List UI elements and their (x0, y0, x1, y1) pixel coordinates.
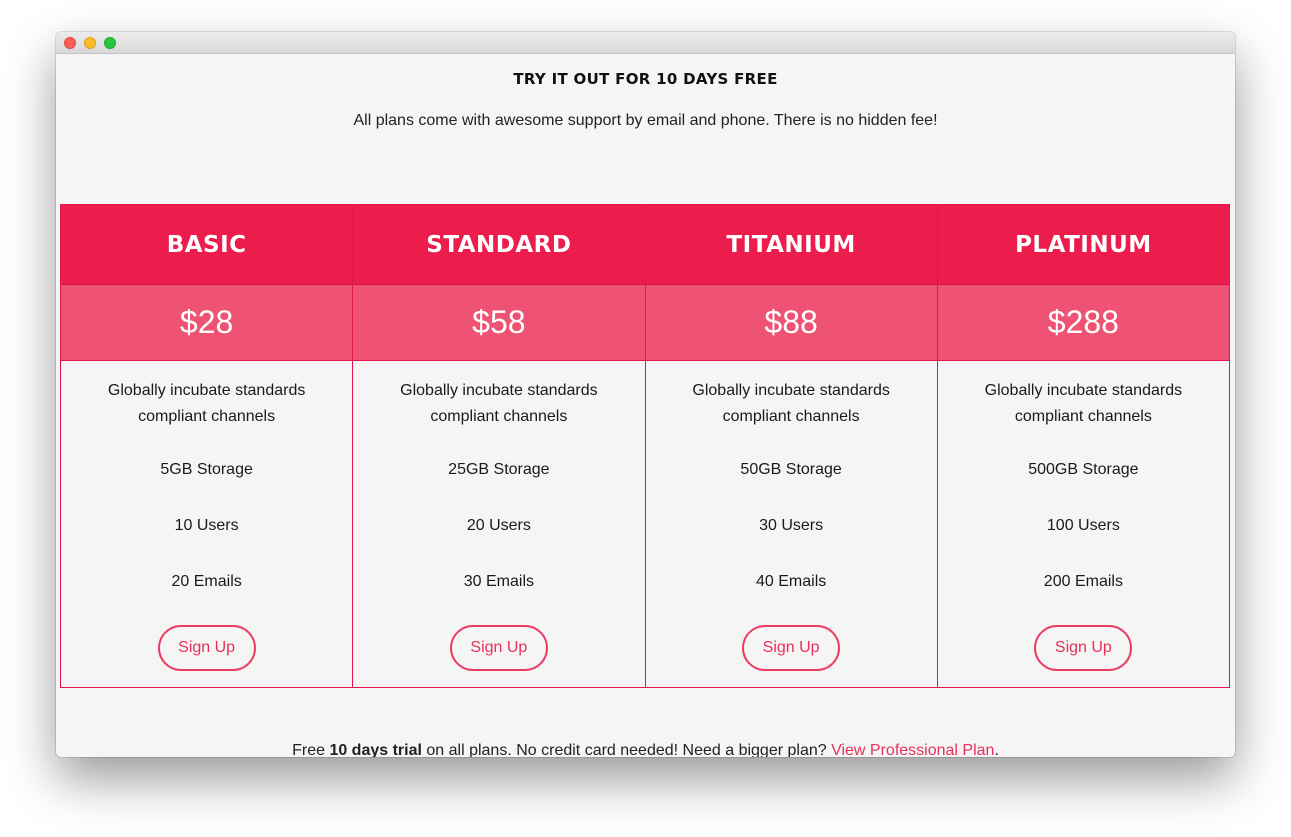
signup-button-standard[interactable]: Sign Up (449, 625, 548, 671)
plan-features: Globally incubate standards compliant ch… (61, 361, 352, 687)
plan-emails: 200 Emails (1043, 573, 1123, 590)
plan-storage: 5GB Storage (160, 461, 253, 478)
plan-emails: 30 Emails (463, 573, 534, 590)
plan-column-platinum: PLATINUM $288 Globally incubate standard… (937, 205, 1229, 687)
plan-name: PLATINUM (937, 205, 1229, 285)
window-titlebar (56, 32, 1235, 54)
pricing-table: BASIC $28 Globally incubate standards co… (60, 204, 1230, 688)
plan-emails: 40 Emails (756, 573, 827, 590)
plan-column-standard: STANDARD $58 Globally incubate standards… (353, 205, 646, 687)
plan-users: 30 Users (759, 517, 824, 534)
plan-users: 100 Users (1046, 517, 1120, 534)
page-title: TRY IT OUT FOR 10 DAYS FREE (513, 70, 778, 88)
signup-button-titanium[interactable]: Sign Up (742, 625, 841, 671)
plan-price: $288 (937, 285, 1229, 361)
plan-name: STANDARD (353, 205, 645, 285)
page-subtitle: All plans come with awesome support by e… (353, 112, 938, 129)
trial-highlight: 10 days trial (329, 742, 422, 757)
plan-storage: 50GB Storage (740, 461, 842, 478)
plan-description: Globally incubate standards compliant ch… (984, 382, 1183, 425)
footer-text-suffix: . (994, 742, 999, 757)
footer-note: Free 10 days trial on all plans. No cred… (56, 742, 1235, 757)
minimize-window-button[interactable] (84, 37, 96, 49)
footer-text-prefix: Free (292, 742, 330, 757)
close-window-button[interactable] (64, 37, 76, 49)
pricing-page: TRY IT OUT FOR 10 DAYS FREE All plans co… (56, 54, 1235, 757)
footer-text-middle: on all plans. No credit card needed! Nee… (421, 742, 832, 757)
plan-column-titanium: TITANIUM $88 Globally incubate standards… (645, 205, 938, 687)
plan-storage: 500GB Storage (1028, 461, 1139, 478)
plan-description: Globally incubate standards compliant ch… (400, 382, 598, 425)
plan-features: Globally incubate standards compliant ch… (938, 361, 1229, 687)
plan-name: BASIC (61, 205, 353, 285)
plan-name: TITANIUM (645, 205, 937, 285)
plan-features: Globally incubate standards compliant ch… (646, 361, 937, 687)
plan-description: Globally incubate standards compliant ch… (107, 382, 306, 425)
professional-plan-link[interactable]: View Professional Plan (831, 742, 994, 757)
browser-window: TRY IT OUT FOR 10 DAYS FREE All plans co… (56, 32, 1235, 757)
plan-users: 10 Users (174, 517, 239, 534)
plan-features: Globally incubate standards compliant ch… (353, 361, 644, 687)
plan-price: $88 (645, 285, 937, 361)
signup-button-basic[interactable]: Sign Up (157, 625, 256, 671)
signup-button-platinum[interactable]: Sign Up (1034, 625, 1133, 671)
plan-users: 20 Users (466, 517, 531, 534)
maximize-window-button[interactable] (104, 37, 116, 49)
plan-emails: 20 Emails (171, 573, 242, 590)
plan-storage: 25GB Storage (448, 461, 550, 478)
plan-price: $58 (353, 285, 645, 361)
plan-description: Globally incubate standards compliant ch… (692, 382, 890, 425)
plan-price: $28 (61, 285, 353, 361)
plan-column-basic: BASIC $28 Globally incubate standards co… (61, 205, 354, 687)
